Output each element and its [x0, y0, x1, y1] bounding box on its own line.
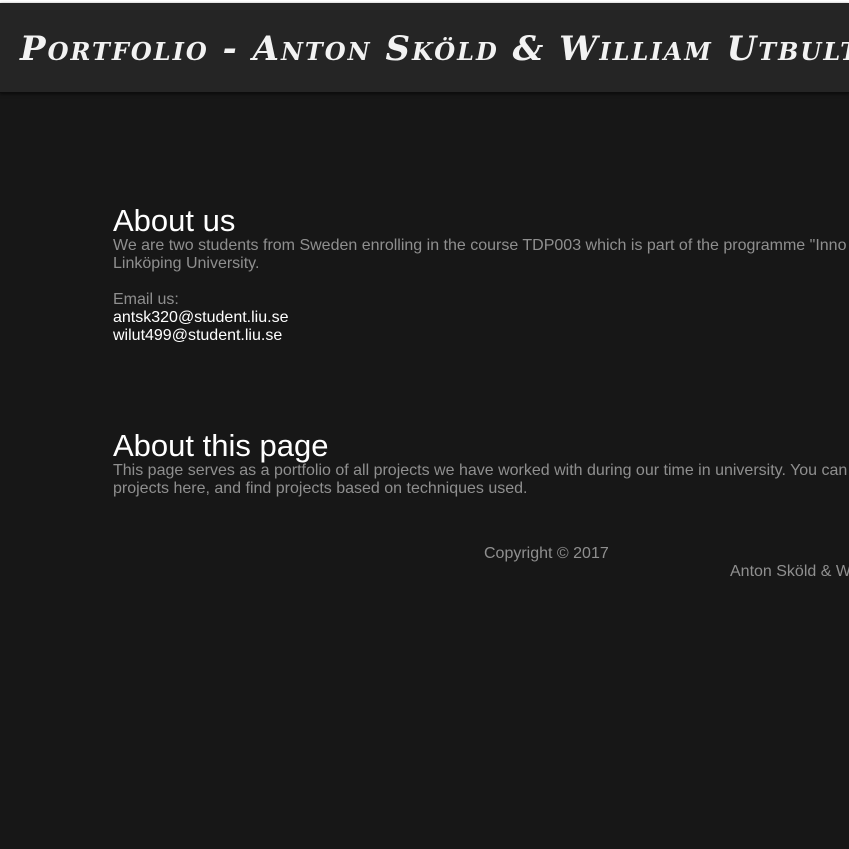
- email-label: Email us:: [113, 291, 179, 308]
- site-header: Portfolio - Anton Sköld & William Utbult: [0, 3, 849, 93]
- copyright-text: Copyright © 2017: [484, 545, 609, 562]
- about-us-section: About us We are two students from Sweden…: [113, 205, 849, 345]
- email-link-william[interactable]: wilut499@student.liu.se: [113, 327, 282, 345]
- about-page-description-line-2: projects here, and find projects based o…: [113, 480, 528, 497]
- about-us-description-line-1: We are two students from Sweden enrollin…: [113, 237, 847, 254]
- site-title: Portfolio - Anton Sköld & William Utbult: [20, 29, 849, 69]
- email-link-anton[interactable]: antsk320@student.liu.se: [113, 309, 288, 327]
- about-us-description-line-2: Linköping University.: [113, 255, 260, 272]
- about-page-description-line-1: This page serves as a portfolio of all p…: [113, 462, 848, 479]
- footer-author-names: Anton Sköld & W: [730, 563, 849, 580]
- about-us-heading: About us: [113, 203, 236, 238]
- about-page-section: About this page This page serves as a po…: [113, 430, 849, 498]
- about-page-heading: About this page: [113, 428, 329, 463]
